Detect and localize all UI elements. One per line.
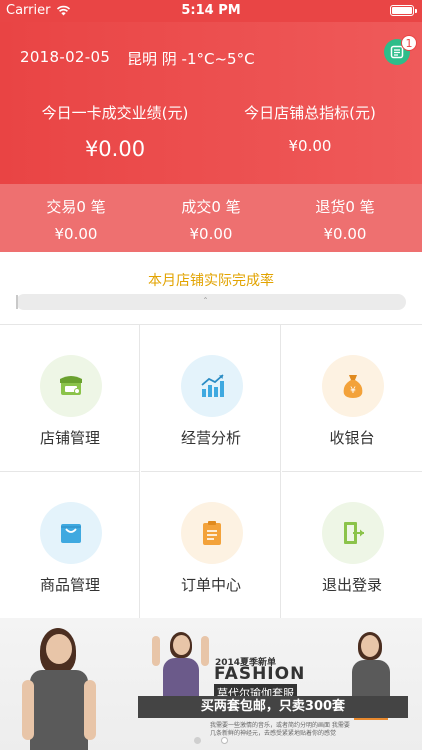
battery-icon	[390, 5, 417, 16]
clipboard-icon	[203, 521, 221, 545]
chart-icon	[201, 374, 224, 397]
menu-icon-circle	[40, 355, 102, 417]
menu-item-logout[interactable]: 退出登录	[282, 472, 422, 619]
banner-headline: FASHION	[214, 664, 306, 684]
stat-returns[interactable]: 退货0 笔 ¥0.00	[275, 196, 415, 243]
kpi-label: 今日店铺总指标(元)	[244, 104, 376, 122]
shopping-bag-icon	[61, 524, 81, 543]
stat-value: ¥0.00	[323, 225, 367, 243]
carousel-indicator	[0, 729, 422, 748]
kpi-card-card-sales: 今日一卡成交业绩(元) ¥0.00	[40, 102, 190, 161]
caret-up-icon: ˆ	[203, 297, 208, 308]
svg-text:¥: ¥	[350, 386, 356, 396]
progress-start-marker	[16, 295, 18, 309]
menu-icon-circle	[322, 502, 384, 564]
menu-item-label: 经营分析	[180, 429, 241, 447]
menu-item-business-analysis[interactable]: 经营分析	[141, 325, 281, 472]
stat-value: ¥0.00	[54, 225, 98, 243]
date-label: 2018-02-05	[20, 48, 111, 66]
kpi-card-store-target: 今日店铺总指标(元) ¥0.00	[235, 102, 385, 155]
status-bar: Carrier 5:14 PM	[0, 0, 422, 22]
completion-progress-bar: ˆ	[16, 294, 406, 310]
stats-strip: 交易0 笔 ¥0.00 成交0 笔 ¥0.00 退货0 笔 ¥0.00	[0, 184, 422, 252]
stat-label: 交易0 笔	[46, 198, 106, 216]
stat-transactions[interactable]: 交易0 笔 ¥0.00	[6, 196, 146, 243]
message-count-badge: 1	[401, 35, 417, 51]
menu-icon-circle	[181, 502, 243, 564]
carousel-dot[interactable]	[194, 737, 202, 744]
weather-label: 昆明 阴 -1°C~5°C	[127, 50, 255, 68]
menu-item-label: 店铺管理	[39, 429, 100, 447]
kpi-value: ¥0.00	[84, 137, 146, 161]
completion-rate-title: 本月店铺实际完成率	[148, 273, 274, 289]
completion-rate-section: 本月店铺实际完成率 ˆ	[0, 252, 422, 324]
menu-item-store-management[interactable]: 店铺管理	[0, 325, 140, 472]
menu-item-label: 收银台	[329, 429, 375, 447]
clock: 5:14 PM	[181, 3, 241, 18]
stat-label: 退货0 笔	[315, 198, 375, 216]
stat-label: 成交0 笔	[181, 198, 241, 216]
promo-banner[interactable]: 2014夏季新单 FASHION 莫代尔瑜伽套服 买两套包邮，只卖300套 我需…	[0, 618, 422, 750]
menu-icon-circle: ¥	[322, 355, 384, 417]
menu-icon-circle	[40, 502, 102, 564]
menu-icon-circle	[181, 355, 243, 417]
kpi-label: 今日一卡成交业绩(元)	[41, 104, 189, 122]
menu-item-label: 退出登录	[321, 576, 382, 594]
stat-value: ¥0.00	[189, 225, 233, 243]
menu-item-order-center[interactable]: 订单中心	[141, 472, 281, 619]
exit-icon	[344, 522, 364, 544]
money-bag-icon: ¥	[343, 375, 363, 398]
carousel-dot-active[interactable]	[220, 737, 228, 744]
menu-item-product-management[interactable]: 商品管理	[0, 472, 140, 619]
kpi-value: ¥0.00	[288, 137, 332, 155]
menu-item-label: 商品管理	[39, 576, 100, 594]
store-icon	[60, 376, 82, 395]
stat-deals[interactable]: 成交0 笔 ¥0.00	[141, 196, 281, 243]
dashboard-header: 2018-02-05 昆明 阴 -1°C~5°C 1 今日一卡成交业绩(元) ¥…	[0, 22, 422, 184]
menu-item-label: 订单中心	[180, 576, 241, 594]
menu-grid: 店铺管理 经营分析 ¥ 收银台 商品管理 订单中心 退出登录	[0, 324, 422, 619]
menu-item-cashier[interactable]: ¥ 收银台	[282, 325, 422, 472]
banner-promo: 买两套包邮，只卖300套	[138, 696, 408, 718]
